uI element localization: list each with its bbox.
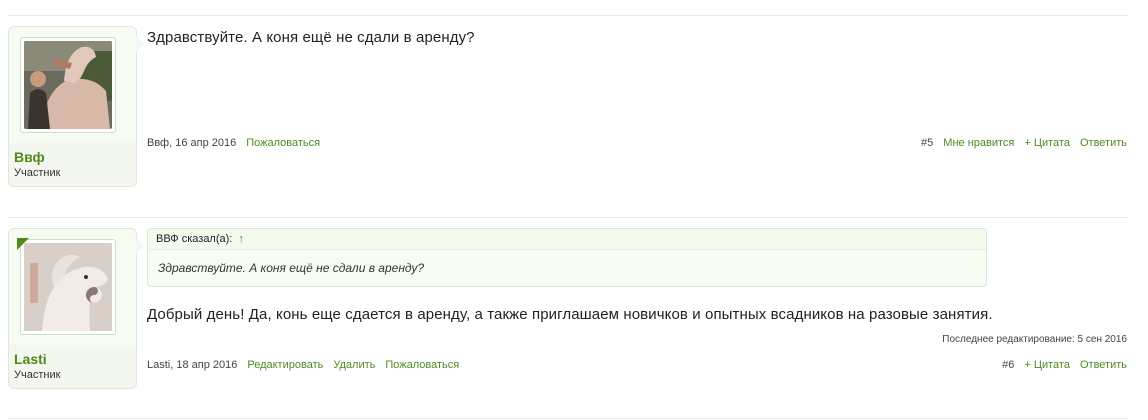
corner-marker bbox=[17, 238, 29, 250]
user-card: Ввф Участник bbox=[8, 26, 137, 187]
post-separator bbox=[8, 418, 1128, 419]
report-link[interactable]: Пожаловаться bbox=[385, 359, 459, 371]
like-button[interactable]: Мне нравится bbox=[943, 137, 1014, 149]
post-number[interactable]: #6 bbox=[1002, 359, 1014, 371]
author-date[interactable]: Lasti, 18 апр 2016 bbox=[147, 359, 237, 371]
edited-note: Последнее редактирование: 5 сен 2016 bbox=[942, 334, 1127, 345]
avatar[interactable] bbox=[20, 239, 116, 335]
quote-block: ВВФ сказал(а): ↑ Здравствуйте. А коня ещ… bbox=[147, 228, 987, 287]
edit-link[interactable]: Редактировать bbox=[247, 359, 323, 371]
avatar[interactable] bbox=[20, 37, 116, 133]
post-actions: #5 Мне нравится + Цитата Ответить bbox=[921, 137, 1127, 149]
reply-button[interactable]: Ответить bbox=[1080, 137, 1127, 149]
white-horse-avatar-icon bbox=[24, 243, 112, 331]
quote-button[interactable]: + Цитата bbox=[1024, 137, 1070, 149]
arrow-up-icon[interactable]: ↑ bbox=[238, 233, 244, 245]
quote-header: ВВФ сказал(а): ↑ bbox=[148, 229, 986, 250]
quote-text: Здравствуйте. А коня ещё не сдали в арен… bbox=[158, 261, 425, 275]
delete-link[interactable]: Удалить bbox=[333, 359, 375, 371]
post-number[interactable]: #5 bbox=[921, 137, 933, 149]
user-card: Lasti Участник bbox=[8, 228, 137, 389]
user-role: Участник bbox=[14, 369, 61, 381]
reply-button[interactable]: Ответить bbox=[1080, 359, 1127, 371]
quote-button[interactable]: + Цитата bbox=[1024, 359, 1070, 371]
author-date[interactable]: Ввф, 16 апр 2016 bbox=[147, 137, 236, 149]
post-actions: #6 + Цитата Ответить bbox=[1002, 359, 1127, 371]
user-role: Участник bbox=[14, 167, 61, 179]
user-with-horse-avatar-icon bbox=[24, 41, 112, 129]
report-link[interactable]: Пожаловаться bbox=[246, 137, 320, 149]
post-separator bbox=[8, 15, 1128, 16]
post-meta: Lasti, 18 апр 2016 Редактировать Удалить… bbox=[147, 359, 459, 371]
username[interactable]: Lasti bbox=[14, 351, 47, 367]
quote-author: ВВФ сказал(а): bbox=[156, 233, 233, 245]
post-separator bbox=[8, 217, 1128, 218]
username[interactable]: Ввф bbox=[14, 149, 45, 165]
message-text: Здравствуйте. А коня ещё не сдали в арен… bbox=[147, 29, 475, 46]
message-text: Добрый день! Да, конь еще сдается в арен… bbox=[147, 306, 993, 323]
post-meta: Ввф, 16 апр 2016 Пожаловаться bbox=[147, 137, 320, 149]
